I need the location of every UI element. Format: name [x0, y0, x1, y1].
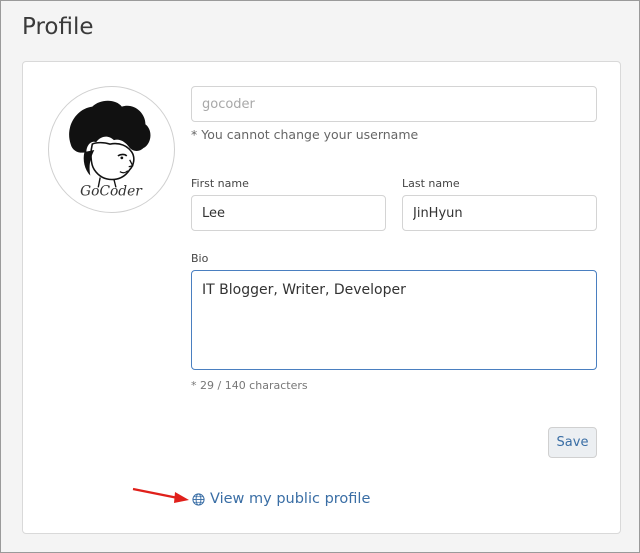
bio-textarea[interactable]: IT Blogger, Writer, Developer: [191, 270, 597, 370]
username-hint: * You cannot change your username: [191, 127, 419, 142]
red-arrow-icon: [132, 487, 189, 503]
view-public-profile-link[interactable]: View my public profile: [192, 491, 370, 507]
page-title: Profile: [22, 14, 94, 40]
save-button[interactable]: Save: [548, 427, 597, 458]
window-frame: Profile GoCoder *: [0, 0, 640, 553]
avatar[interactable]: GoCoder: [48, 86, 175, 213]
last-name-label: Last name: [402, 177, 460, 190]
bio-character-counter: * 29 / 140 characters: [191, 379, 308, 392]
globe-icon: [192, 492, 205, 506]
avatar-illustration-icon: GoCoder: [69, 100, 151, 199]
bio-label: Bio: [191, 252, 209, 265]
first-name-label: First name: [191, 177, 249, 190]
profile-card: GoCoder * You cannot change your usernam…: [22, 61, 621, 534]
avatar-signature: GoCoder: [80, 183, 143, 199]
last-name-input[interactable]: [402, 195, 597, 231]
first-name-input[interactable]: [191, 195, 386, 231]
username-input[interactable]: [191, 86, 597, 122]
view-public-profile-label: View my public profile: [210, 491, 371, 507]
